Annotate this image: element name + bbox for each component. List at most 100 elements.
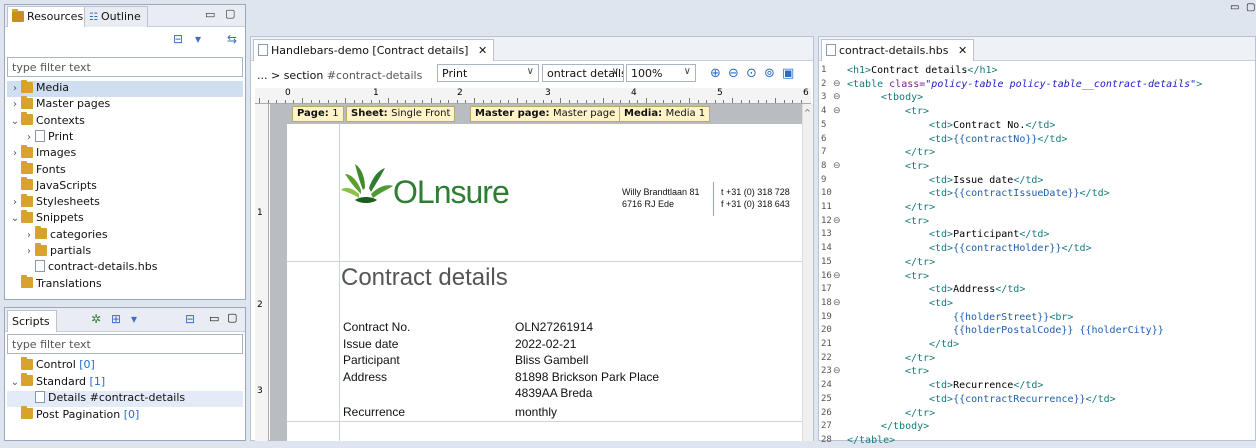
breadcrumb[interactable]: ... > section #contract-details	[257, 69, 422, 82]
fold-icon[interactable]: ⊖	[833, 366, 841, 376]
maximize-icon[interactable]: ▢	[225, 7, 235, 20]
fold-icon[interactable]: ⊖	[833, 92, 841, 102]
chevron-down-icon: ∨	[611, 66, 619, 77]
scripts-filter-input[interactable]: type filter text	[7, 334, 243, 354]
code-line[interactable]: 27 </tbody>	[819, 421, 1255, 434]
code-line[interactable]: 13 <td>Participant</td>	[819, 229, 1255, 242]
code-line[interactable]: 28 </table>	[819, 435, 1255, 448]
tree-item[interactable]: contract-details.hbs	[7, 260, 243, 276]
window-minimize-icon[interactable]: ▭	[1230, 2, 1239, 13]
tab-resources[interactable]: Resources	[7, 6, 91, 27]
code-line[interactable]: 5 <td>Contract No.</td>	[819, 120, 1255, 133]
zoom-in-icon[interactable]: ⊕	[710, 66, 721, 81]
close-icon[interactable]: ✕	[958, 44, 967, 57]
code-line[interactable]: 26 </tr>	[819, 408, 1255, 421]
fold-icon[interactable]: ⊖	[833, 106, 841, 116]
context-select[interactable]: Print ∨	[437, 64, 539, 82]
tree-item[interactable]: › Master pages	[7, 95, 243, 113]
fold-icon[interactable]: ⊖	[833, 271, 841, 281]
code-line[interactable]: 21 </td>	[819, 339, 1255, 352]
code-line[interactable]: 9 <td>Issue date</td>	[819, 175, 1255, 188]
zoom-page-icon[interactable]: ⊚	[764, 66, 775, 81]
tree-item[interactable]: Translations	[7, 275, 243, 293]
tree-item[interactable]: Details #contract-details	[7, 391, 243, 407]
code-line[interactable]: 2 ⊖ <table class="policy-table policy-tabl…	[819, 79, 1255, 92]
chevron-right-icon[interactable]: ›	[23, 246, 35, 257]
chevron-down-icon[interactable]: ⌄	[9, 377, 21, 388]
tree-item[interactable]: › Print	[7, 129, 243, 146]
fold-icon[interactable]: ⊖	[833, 79, 841, 89]
chevron-right-icon[interactable]: ›	[23, 230, 35, 241]
ruler-tick	[646, 98, 647, 103]
code-line[interactable]: 20 {{holderPostalCode}} {{holderCity}}	[819, 325, 1255, 338]
tree-item[interactable]: JavaScripts	[7, 177, 243, 195]
tree-item[interactable]: › Stylesheets	[7, 193, 243, 211]
page-heading[interactable]: Contract details	[341, 264, 508, 292]
tree-item[interactable]: Control [0]	[7, 356, 243, 374]
scrollbar-vertical[interactable]	[802, 104, 813, 441]
chevron-right-icon[interactable]: ›	[23, 132, 35, 143]
chevron-right-icon[interactable]: ›	[9, 83, 21, 94]
tree-item[interactable]: › Media	[7, 79, 243, 97]
zoom-fit-icon[interactable]: ⊙	[746, 66, 757, 81]
tree-item[interactable]: › categories	[7, 226, 243, 244]
code-line[interactable]: 19 {{holderStreet}}<br>	[819, 312, 1255, 325]
code-line[interactable]: 3 ⊖ <tbody>	[819, 92, 1255, 105]
tab-design-editor[interactable]: Handlebars-demo [Contract details] ✕	[253, 39, 495, 61]
code-line[interactable]: 8 ⊖ <tr>	[819, 161, 1255, 174]
tree-item[interactable]: Fonts	[7, 161, 243, 179]
tab-outline[interactable]: ☷ Outline	[84, 6, 148, 27]
scripts-minimize-icon[interactable]: ▭	[209, 312, 219, 325]
tree-item[interactable]: › Images	[7, 144, 243, 162]
minimize-icon[interactable]: ▭	[205, 8, 215, 21]
fold-icon[interactable]: ⊖	[833, 298, 841, 308]
zoom-out-icon[interactable]: ⊖	[728, 66, 739, 81]
zoom-select[interactable]: 100% ∨	[626, 64, 696, 82]
code-line[interactable]: 14 <td>{{contractHolder}}</td>	[819, 243, 1255, 256]
tree-item[interactable]: ⌄ Snippets	[7, 209, 243, 227]
window-maximize-icon[interactable]: ▢	[1246, 2, 1255, 13]
code-line[interactable]: 6 <td>{{contractNo}}</td>	[819, 134, 1255, 147]
scripts-new-icon[interactable]: ▾	[131, 312, 137, 326]
scroll-up-icon[interactable]: ^	[804, 108, 811, 117]
chevron-right-icon[interactable]: ›	[9, 148, 21, 159]
tab-scripts[interactable]: Scripts	[7, 310, 57, 332]
scripts-edit-icon[interactable]: ⊞	[111, 312, 121, 326]
chevron-right-icon[interactable]: ›	[9, 99, 21, 110]
code-line[interactable]: 18 ⊖ <td>	[819, 298, 1255, 311]
tree-item[interactable]: ⌄ Standard [1]	[7, 373, 243, 391]
scripts-toolbar-icon[interactable]: ✲	[91, 312, 101, 326]
code-line[interactable]: 22 </tr>	[819, 353, 1255, 366]
chevron-down-icon[interactable]: ⌄	[9, 213, 21, 224]
code-line[interactable]: 10 <td>{{contractIssueDate}}</td>	[819, 188, 1255, 201]
close-icon[interactable]: ✕	[478, 44, 487, 57]
code-line[interactable]: 16 ⊖ <tr>	[819, 271, 1255, 284]
fold-icon[interactable]: ⊖	[833, 216, 841, 226]
tab-code-editor[interactable]: contract-details.hbs ✕	[821, 39, 975, 61]
resources-filter-input[interactable]: type filter text	[7, 57, 243, 77]
code-line[interactable]: 17 <td>Address</td>	[819, 284, 1255, 297]
zoom-width-icon[interactable]: ▣	[782, 66, 794, 81]
chevron-down-icon[interactable]: ⌄	[9, 116, 21, 127]
section-select[interactable]: ontract details ∨	[542, 64, 624, 82]
code-line[interactable]: 24 <td>Recurrence</td>	[819, 380, 1255, 393]
fold-icon[interactable]: ⊖	[833, 161, 841, 171]
chevron-right-icon[interactable]: ›	[9, 197, 21, 208]
code-line[interactable]: 7 </tr>	[819, 147, 1255, 160]
code-line[interactable]: 1 <h1>Contract details</h1>	[819, 65, 1255, 78]
link-editor-icon[interactable]: ⇆	[227, 32, 237, 46]
tree-item[interactable]: Post Pagination [0]	[7, 406, 243, 424]
scripts-collapse-icon[interactable]: ⊟	[185, 312, 195, 326]
code-line[interactable]: 23 ⊖ <tr>	[819, 366, 1255, 379]
code-line[interactable]: 12 ⊖ <tr>	[819, 216, 1255, 229]
tree-item[interactable]: › partials	[7, 242, 243, 260]
code-area[interactable]: 1 <h1>Contract details</h1> 2 ⊖ <table class…	[819, 62, 1255, 446]
code-line[interactable]: 25 <td>{{contractRecurrence}}</td>	[819, 394, 1255, 407]
code-line[interactable]: 11 </tr>	[819, 202, 1255, 215]
scripts-maximize-icon[interactable]: ▢	[227, 311, 237, 324]
new-resource-icon[interactable]: ▾	[195, 32, 201, 46]
code-line[interactable]: 4 ⊖ <tr>	[819, 106, 1255, 119]
tree-item[interactable]: ⌄ Contexts	[7, 112, 243, 130]
code-line[interactable]: 15 </tr>	[819, 257, 1255, 270]
collapse-all-icon[interactable]: ⊟	[173, 32, 183, 46]
